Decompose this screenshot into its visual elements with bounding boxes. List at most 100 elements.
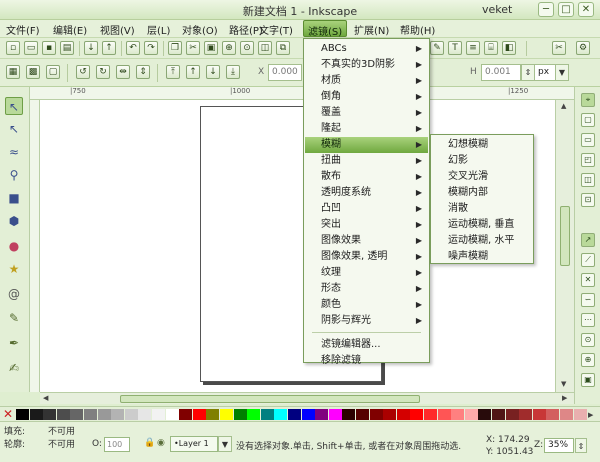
horizontal-scroll-thumb[interactable] [120, 395, 420, 403]
snap-bbox-edge-icon[interactable]: ▭ [581, 133, 595, 147]
menu-filters[interactable]: 滤镜(S) [303, 20, 348, 38]
pen-tool-icon[interactable]: ✒ [5, 334, 23, 352]
snap-center-icon[interactable]: ⊡ [581, 193, 595, 207]
snap-bbox-icon[interactable]: ▢ [581, 113, 595, 127]
filters-menu-item[interactable]: 散布 ▶ [305, 169, 428, 185]
blur-submenu-item[interactable]: 模糊内部 [432, 185, 532, 201]
select-all-layers-icon[interactable]: ▩ [26, 65, 40, 79]
blur-submenu-item[interactable]: 消散 [432, 201, 532, 217]
xml-editor-icon[interactable]: ⌸ [484, 41, 498, 55]
vertical-scrollbar[interactable]: ▲ ▼ [555, 100, 574, 392]
snap-intersections-icon[interactable]: ✕ [581, 273, 595, 287]
zoom-stepper-icon[interactable]: ⇕ [575, 438, 587, 453]
zoom-selection-icon[interactable]: ⊕ [222, 41, 236, 55]
paste-icon[interactable]: ▣ [204, 41, 218, 55]
undo-icon[interactable]: ↶ [126, 41, 140, 55]
select-all-icon[interactable]: ▦ [6, 65, 20, 79]
color-swatch[interactable] [315, 409, 329, 420]
filters-menu-item[interactable]: 不真实的3D阴影 ▶ [305, 57, 428, 73]
align-icon[interactable]: ≡ [466, 41, 480, 55]
copy-icon[interactable]: ❐ [168, 41, 182, 55]
blur-submenu-item[interactable]: 噪声模糊 [432, 249, 532, 265]
blur-submenu-item[interactable]: 运动模糊, 垂直 [432, 217, 532, 233]
snap-rotation-center-icon[interactable]: ⊕ [581, 353, 595, 367]
raise-to-top-icon[interactable]: ⤒ [166, 65, 180, 79]
blur-submenu-item[interactable]: 幻想模糊 [432, 137, 532, 153]
color-swatch[interactable] [451, 409, 465, 420]
filters-menu-item[interactable]: 图像效果 ▶ [305, 233, 428, 249]
flip-horizontal-icon[interactable]: ⇹ [116, 65, 130, 79]
menu-extensions[interactable]: 扩展(N) [354, 22, 389, 37]
save-icon[interactable]: ▪ [42, 41, 56, 55]
color-swatch[interactable] [29, 409, 43, 420]
menu-edit[interactable]: 编辑(E) [53, 22, 87, 37]
snap-object-center-icon[interactable]: ⊙ [581, 333, 595, 347]
preferences-icon[interactable]: ✂ [552, 41, 566, 55]
lock-icon[interactable]: 🔒 [144, 438, 155, 448]
cut-icon[interactable]: ✂ [186, 41, 200, 55]
h-stepper[interactable]: ⇕ [521, 64, 535, 81]
color-swatch[interactable] [573, 409, 587, 420]
color-swatch[interactable] [560, 409, 573, 420]
menu-layer[interactable]: 层(L) [147, 22, 170, 37]
filters-menu-item[interactable]: 倒角 ▶ [305, 89, 428, 105]
color-swatch[interactable] [464, 409, 478, 420]
color-swatch[interactable] [546, 409, 560, 420]
blur-submenu-item[interactable]: 交叉光滑 [432, 169, 532, 185]
snap-midpoints-icon[interactable]: ⋯ [581, 313, 595, 327]
color-swatch[interactable] [179, 409, 193, 420]
node-tool-icon[interactable]: ↖ [5, 120, 23, 138]
filters-menu-item[interactable]: 突出 ▶ [305, 217, 428, 233]
unit-dropdown-icon[interactable]: ▼ [555, 64, 569, 81]
layer-selector[interactable]: •Layer 1 [170, 436, 218, 452]
fill-stroke-icon[interactable]: ✎ [430, 41, 444, 55]
opacity-field[interactable]: 100 [104, 437, 130, 452]
color-swatch[interactable] [369, 409, 383, 420]
deselect-icon[interactable]: ▢ [46, 65, 60, 79]
3d-box-tool-icon[interactable]: ⬢ [5, 212, 23, 230]
lower-icon[interactable]: ↓ [206, 65, 220, 79]
zoom-tool-icon[interactable]: ⚲ [5, 166, 23, 184]
color-swatch[interactable] [437, 409, 451, 420]
close-button[interactable]: ✕ [578, 2, 594, 17]
color-swatch[interactable] [124, 409, 138, 420]
color-swatch[interactable] [16, 409, 29, 420]
color-swatch[interactable] [288, 409, 301, 420]
unit-select[interactable]: px [534, 64, 556, 81]
menu-path[interactable]: 路径(P) [229, 22, 263, 37]
new-document-icon[interactable]: ▫ [6, 41, 20, 55]
selector-tool-icon[interactable]: ↖ [5, 97, 23, 115]
color-swatch[interactable] [396, 409, 410, 420]
layer-dropdown-icon[interactable]: ▼ [218, 436, 232, 452]
color-swatch[interactable] [532, 409, 546, 420]
color-swatch[interactable] [233, 409, 247, 420]
color-swatch[interactable] [111, 409, 125, 420]
redo-icon[interactable]: ↷ [144, 41, 158, 55]
filters-menu-item[interactable]: 移除滤镜 [305, 353, 428, 369]
zoom-field[interactable]: 35% [544, 438, 574, 453]
scroll-left-icon[interactable]: ◀ [43, 394, 48, 402]
menu-help[interactable]: 帮助(H) [400, 22, 435, 37]
color-swatch[interactable] [220, 409, 233, 420]
scroll-right-icon[interactable]: ▶ [562, 394, 567, 402]
filters-menu-item[interactable]: 覆盖 ▶ [305, 105, 428, 121]
filters-menu-item[interactable]: 模糊 ▶ [305, 137, 428, 153]
color-swatch[interactable] [328, 409, 342, 420]
zoom-page-icon[interactable]: ◫ [258, 41, 272, 55]
menu-file[interactable]: 文件(F) [6, 22, 40, 37]
minimize-button[interactable]: ─ [538, 2, 554, 17]
horizontal-scrollbar[interactable]: ◀ ▶ [40, 392, 574, 404]
print-icon[interactable]: ▤ [60, 41, 74, 55]
color-swatch[interactable] [383, 409, 397, 420]
snap-enable-icon[interactable]: ⌖ [581, 93, 595, 107]
color-swatch[interactable] [478, 409, 492, 420]
color-swatch[interactable] [505, 409, 519, 420]
rotate-cw-icon[interactable]: ↻ [96, 65, 110, 79]
color-swatch[interactable] [165, 409, 179, 420]
visibility-icon[interactable]: ◉ [157, 438, 165, 448]
rotate-ccw-icon[interactable]: ↺ [76, 65, 90, 79]
color-swatch[interactable] [247, 409, 261, 420]
color-swatch[interactable] [410, 409, 424, 420]
filters-menu-item[interactable]: 材质 ▶ [305, 73, 428, 89]
snap-nodes-icon[interactable]: ↗ [581, 233, 595, 247]
